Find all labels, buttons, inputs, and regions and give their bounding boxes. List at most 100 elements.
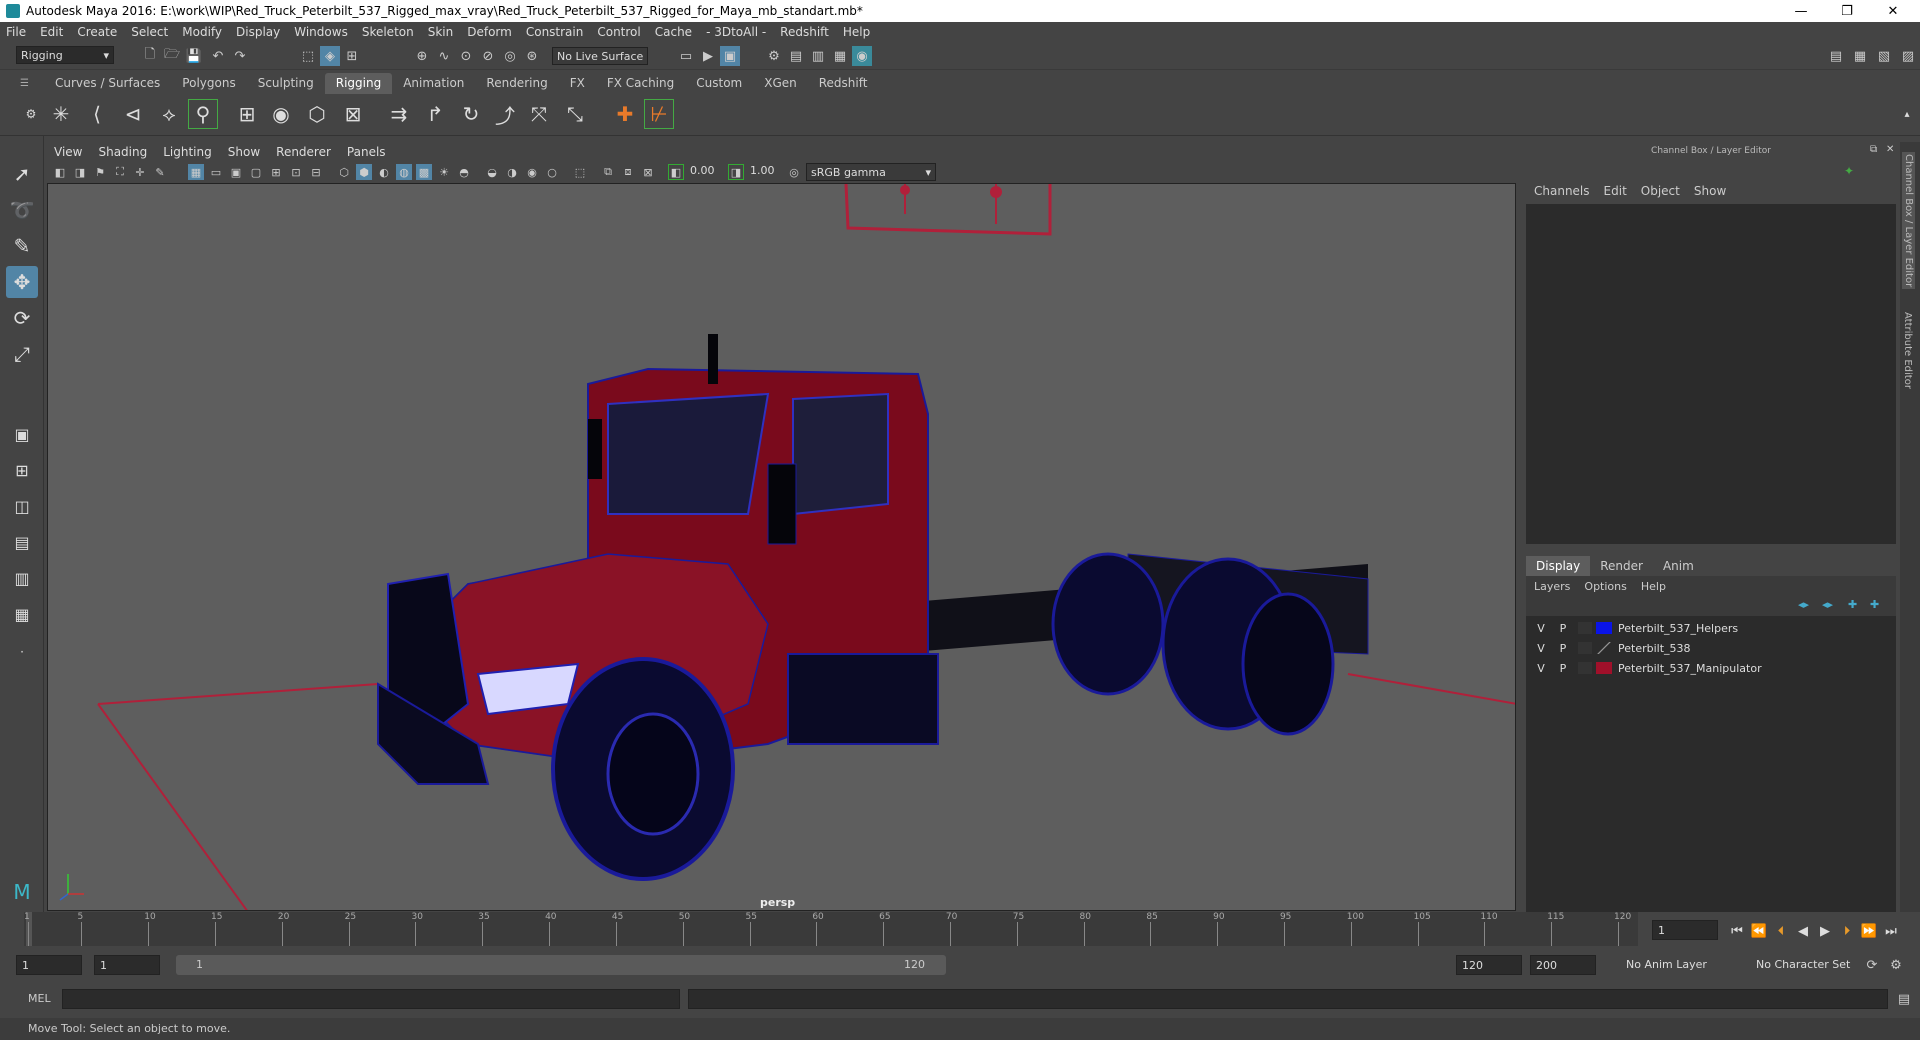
render-region-icon[interactable]: ▭: [676, 46, 696, 66]
shelf-tab-polygons[interactable]: Polygons: [171, 73, 246, 94]
move-layer-up-icon[interactable]: ◂▸: [1798, 598, 1809, 611]
exposure-field[interactable]: 0.00: [686, 162, 722, 180]
xray-components-icon[interactable]: ⊠: [640, 164, 656, 180]
ik-handle-icon[interactable]: ⟡: [154, 99, 184, 129]
menu-help[interactable]: Help: [843, 25, 870, 39]
ik-spline-icon[interactable]: ⚲: [188, 99, 218, 129]
cb-menu-channels[interactable]: Channels: [1534, 184, 1590, 202]
wireframe-icon[interactable]: ⬡: [336, 164, 352, 180]
shelf-tab-custom[interactable]: Custom: [685, 73, 753, 94]
channel-box-toggle-icon[interactable]: ▨: [1898, 46, 1918, 66]
character-set-dropdown[interactable]: No Character Set: [1752, 956, 1862, 974]
screen-space-ao-icon[interactable]: ◒: [484, 164, 500, 180]
vp-menu-shading[interactable]: Shading: [98, 145, 147, 159]
select-object-icon[interactable]: ◈: [320, 46, 340, 66]
play-backward-icon[interactable]: ◀: [1794, 922, 1812, 940]
shelf-tab-curves-surfaces[interactable]: Curves / Surfaces: [44, 73, 171, 94]
time-slider[interactable]: 1 5 10 15 20 25 30 35 40 45 50 55 60 65 70 75 80 85 90 95 10…: [0, 912, 1920, 946]
range-slider[interactable]: 1 120: [176, 955, 946, 975]
shelf-tab-animation[interactable]: Animation: [392, 73, 475, 94]
camera-attributes-icon[interactable]: ◨: [72, 164, 88, 180]
persp-viewport[interactable]: persp: [47, 183, 1516, 911]
insert-joint-icon[interactable]: ⟨: [82, 99, 112, 129]
menu-display[interactable]: Display: [236, 25, 280, 39]
layer-row[interactable]: V P Peterbilt_538: [1530, 638, 1892, 658]
layer-playback-toggle[interactable]: P: [1552, 622, 1574, 635]
layer-tab-display[interactable]: Display: [1526, 556, 1591, 576]
menu-set-dropdown[interactable]: Rigging ▾: [16, 46, 114, 64]
render-frame-icon[interactable]: ▶: [698, 46, 718, 66]
menu-file[interactable]: File: [6, 25, 26, 39]
new-scene-icon[interactable]: 🗋: [140, 46, 160, 66]
locator-icon[interactable]: ✚: [610, 99, 640, 129]
side-tab-channel-box[interactable]: Channel Box / Layer Editor: [1902, 152, 1915, 290]
menu-redshift[interactable]: Redshift: [780, 25, 829, 39]
channel-box-key-icon[interactable]: ✦: [1844, 164, 1854, 178]
select-tool-icon[interactable]: ➚: [6, 158, 38, 190]
resolution-gate-icon[interactable]: ▣: [228, 164, 244, 180]
current-frame-field[interactable]: 1: [1652, 920, 1718, 940]
playback-end-field[interactable]: 120: [1456, 955, 1522, 975]
shelf-menu-icon[interactable]: ☰: [20, 78, 32, 89]
snap-curve-icon[interactable]: ∿: [434, 46, 454, 66]
image-plane-icon[interactable]: ⛶: [112, 164, 128, 180]
menu-deform[interactable]: Deform: [467, 25, 512, 39]
minimize-button[interactable]: —: [1778, 0, 1824, 22]
vp-menu-lighting[interactable]: Lighting: [163, 145, 212, 159]
layer-menu-options[interactable]: Options: [1584, 580, 1626, 593]
single-view-icon[interactable]: ▣: [6, 418, 38, 450]
four-view-icon[interactable]: ⊞: [6, 454, 38, 486]
vp-menu-renderer[interactable]: Renderer: [276, 145, 331, 159]
close-button[interactable]: ✕: [1870, 0, 1916, 22]
layer-visibility-toggle[interactable]: V: [1530, 622, 1552, 635]
undo-icon[interactable]: ↶: [208, 46, 228, 66]
select-hierarchy-icon[interactable]: ⬚: [298, 46, 318, 66]
lattice-icon[interactable]: ⬡: [302, 99, 332, 129]
menu-3dtoall[interactable]: - 3DtoAll -: [706, 25, 766, 39]
menu-select[interactable]: Select: [131, 25, 168, 39]
modeling-toolkit-icon[interactable]: ▦: [1850, 46, 1870, 66]
menu-skin[interactable]: Skin: [428, 25, 454, 39]
save-scene-icon[interactable]: 💾: [184, 46, 204, 66]
shelf-tab-xgen[interactable]: XGen: [753, 73, 808, 94]
hypershade-layout-icon[interactable]: ▦: [6, 598, 38, 630]
paint-weights-icon[interactable]: ◉: [266, 99, 296, 129]
use-all-lights-icon[interactable]: ☀: [436, 164, 452, 180]
move-tool-icon[interactable]: ✥: [6, 266, 38, 298]
channel-box-area[interactable]: [1526, 204, 1896, 544]
shelf-tab-redshift[interactable]: Redshift: [808, 73, 879, 94]
command-language-label[interactable]: MEL: [28, 992, 51, 1005]
play-forward-icon[interactable]: ▶: [1816, 922, 1834, 940]
menu-modify[interactable]: Modify: [182, 25, 222, 39]
menu-control[interactable]: Control: [597, 25, 640, 39]
grid-icon[interactable]: ▦: [188, 164, 204, 180]
color-management-icon[interactable]: ◎: [786, 164, 802, 180]
float-panel-icon[interactable]: ⧉: [1870, 144, 1877, 155]
xray-joints-icon[interactable]: ⧈: [620, 164, 636, 180]
safe-title-icon[interactable]: ⊟: [308, 164, 324, 180]
layer-menu-help[interactable]: Help: [1641, 580, 1666, 593]
gamma-icon[interactable]: ◨: [728, 164, 744, 180]
menu-constrain[interactable]: Constrain: [526, 25, 584, 39]
shadows-icon[interactable]: ◓: [456, 164, 472, 180]
hypershade-icon[interactable]: ▤: [786, 46, 806, 66]
layer-type-toggle[interactable]: [1578, 622, 1592, 634]
script-editor-icon[interactable]: ▤: [1894, 989, 1914, 1009]
layer-playback-toggle[interactable]: P: [1552, 642, 1574, 655]
move-layer-down-icon[interactable]: ◂▸: [1822, 598, 1833, 611]
film-gate-icon[interactable]: ▭: [208, 164, 224, 180]
shelf-tab-fx[interactable]: FX: [559, 73, 596, 94]
step-forward-icon[interactable]: ⏩: [1860, 922, 1878, 940]
aim-constraint-icon[interactable]: ↱: [420, 99, 450, 129]
view-transform-dropdown[interactable]: sRGB gamma ▾: [806, 163, 936, 181]
shelf-tab-rendering[interactable]: Rendering: [475, 73, 558, 94]
persp-graph-icon[interactable]: ▥: [6, 562, 38, 594]
motion-blur-icon[interactable]: ◑: [504, 164, 520, 180]
new-layer-selected-icon[interactable]: ✚: [1870, 598, 1879, 611]
cb-menu-edit[interactable]: Edit: [1604, 184, 1627, 202]
shelf-scroll-icon[interactable]: ▴: [1892, 99, 1920, 129]
layer-type-toggle[interactable]: [1578, 662, 1592, 674]
toolbox-more-icon[interactable]: ·: [6, 636, 38, 668]
redshift-render-icon[interactable]: ◉: [852, 46, 872, 66]
layer-playback-toggle[interactable]: P: [1552, 662, 1574, 675]
